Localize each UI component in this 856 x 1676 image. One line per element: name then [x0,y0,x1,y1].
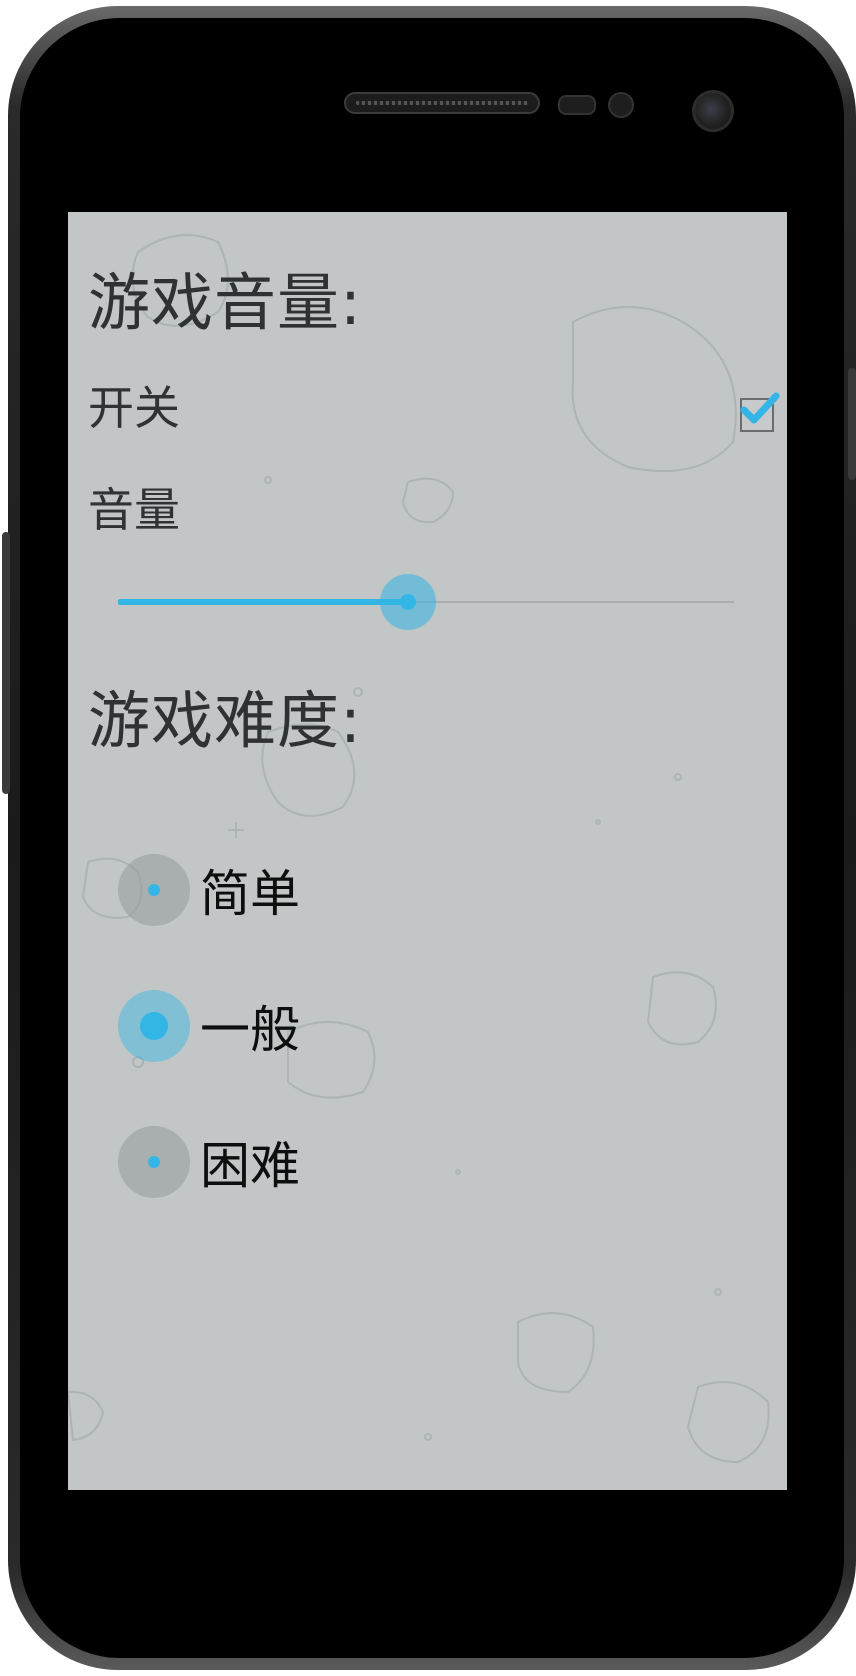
slider-thumb[interactable] [400,594,416,610]
power-button [848,368,856,480]
volume-slider[interactable] [118,572,734,632]
difficulty-option-easy[interactable]: 简单 [118,854,518,930]
radio-button-easy[interactable] [118,854,190,926]
radio-button-normal[interactable] [118,990,190,1062]
radio-label-normal: 一般 [200,1001,300,1059]
difficulty-section-title: 游戏难度: [88,684,362,757]
settings-screen: 游戏音量: 开关 音量 游戏难度: 简单 一般 困难 [68,212,787,1490]
front-camera-icon [692,90,734,132]
volume-label: 音量 [88,483,180,537]
earpiece-speaker [344,92,540,114]
radio-button-hard[interactable] [118,1126,190,1198]
difficulty-option-normal[interactable]: 一般 [118,990,518,1066]
radio-label-easy: 简单 [200,865,300,923]
proximity-sensor [558,95,596,115]
volume-section-title: 游戏音量: [88,266,362,339]
sound-switch-checkbox[interactable] [740,392,780,432]
radio-dot-icon [148,1156,160,1168]
light-sensor [608,92,634,118]
volume-button [2,532,10,794]
difficulty-option-hard[interactable]: 困难 [118,1126,518,1202]
slider-fill [118,599,408,605]
checkmark-icon [740,392,780,424]
radio-dot-icon [148,884,160,896]
sound-switch-label: 开关 [88,381,180,435]
radio-label-hard: 困难 [200,1137,300,1195]
radio-dot-icon [140,1012,168,1040]
